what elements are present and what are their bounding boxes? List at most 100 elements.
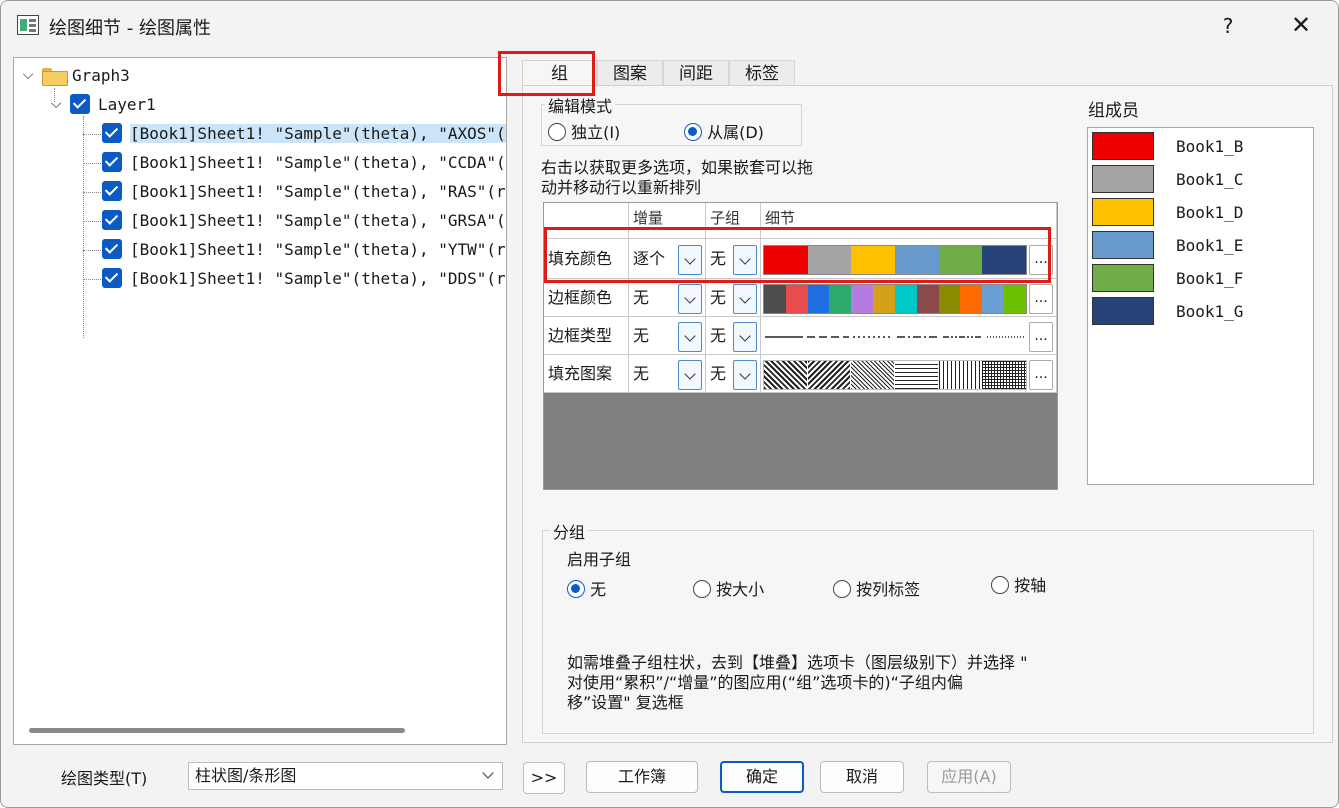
highlight-tab-group (498, 51, 595, 96)
plot-checkbox[interactable] (102, 210, 122, 230)
more-button[interactable]: ... (1029, 360, 1053, 390)
member-label: Book1_E (1176, 235, 1244, 255)
plot-checkbox[interactable] (102, 268, 122, 288)
border-type-preview[interactable] (763, 322, 1027, 352)
radio-subgroup-none[interactable]: 无 (567, 576, 606, 600)
tree-node-plot[interactable]: [Book1]Sheet1! "Sample"(theta), "DDS"(r) (102, 265, 507, 291)
radio-circle[interactable] (991, 576, 1009, 594)
color-swatch[interactable] (960, 285, 983, 313)
title-bar: 绘图细节 - 绘图属性 ? ✕ (1, 1, 1338, 51)
pattern-swatch[interactable] (764, 361, 808, 389)
member-row[interactable]: Book1_D (1092, 198, 1243, 226)
tab-spacing[interactable]: 间距 (663, 60, 729, 86)
color-swatch[interactable] (894, 285, 917, 313)
radio-circle[interactable] (684, 123, 702, 141)
radio-circle[interactable] (567, 580, 585, 598)
pattern-swatch[interactable] (938, 361, 983, 389)
tab-pattern[interactable]: 图案 (597, 60, 663, 86)
plot-type-select[interactable]: 柱状图/条形图 (188, 762, 503, 790)
tree-node-plot[interactable]: [Book1]Sheet1! "Sample"(theta), "YTW"(r) (102, 236, 506, 262)
member-label: Book1_D (1176, 202, 1244, 222)
radio-independent[interactable]: 独立(I) (548, 119, 620, 143)
tree-node-label: [Book1]Sheet1! "Sample"(theta), "CCDA"(r… (130, 152, 507, 172)
color-swatch[interactable] (764, 285, 786, 313)
member-color-swatch (1092, 165, 1154, 193)
color-swatch[interactable] (938, 285, 961, 313)
radio-subgroup-size[interactable]: 按大小 (693, 576, 764, 600)
ok-button[interactable]: 确定 (720, 761, 804, 793)
radio-dependent[interactable]: 从属(D) (684, 119, 764, 143)
plot-checkbox[interactable] (102, 239, 122, 259)
plot-checkbox[interactable] (102, 152, 122, 172)
member-color-swatch (1092, 297, 1154, 325)
apply-button[interactable]: 应用(A) (927, 761, 1011, 793)
fill-pattern-swatches[interactable] (763, 360, 1027, 390)
pattern-swatch[interactable] (807, 361, 852, 389)
radio-subgroup-column-label[interactable]: 按列标签 (833, 576, 920, 600)
more-button[interactable]: ... (1029, 322, 1053, 352)
chevron-down-icon[interactable] (678, 284, 702, 314)
expand-button[interactable]: >> (523, 762, 565, 794)
tree-node-plot[interactable]: [Book1]Sheet1! "Sample"(theta), "CCDA"(r… (102, 149, 507, 175)
tree-node-plot[interactable]: [Book1]Sheet1! "Sample"(theta), "GRSA"(r… (102, 207, 506, 233)
member-color-swatch (1092, 231, 1154, 259)
color-swatch[interactable] (982, 285, 1005, 313)
member-label: Book1_B (1176, 136, 1244, 156)
tree-node-label: [Book1]Sheet1! "Sample"(theta), "AXOS"(r… (130, 123, 506, 143)
plot-checkbox[interactable] (102, 123, 122, 143)
radio-circle[interactable] (833, 580, 851, 598)
color-swatch[interactable] (873, 285, 895, 313)
chevron-down-icon[interactable] (733, 284, 757, 314)
chevron-down-icon[interactable] (733, 322, 757, 352)
tab-labels[interactable]: 标签 (729, 60, 795, 86)
more-button[interactable]: ... (1029, 284, 1053, 314)
pattern-swatch[interactable] (895, 361, 939, 389)
tree-node-label: Graph3 (72, 65, 130, 85)
tree-horizontal-scrollbar[interactable] (29, 728, 405, 733)
tree-node-layer[interactable]: ⌵ Layer1 (48, 91, 156, 117)
color-swatch[interactable] (829, 285, 852, 313)
radio-circle[interactable] (548, 123, 566, 141)
radio-subgroup-axis[interactable]: 按轴 (991, 572, 1046, 596)
highlight-fill-color-row (544, 227, 1051, 283)
grouping-note-line-3: 移”设置" 复选框 (567, 693, 684, 712)
border-color-swatches[interactable] (763, 284, 1027, 314)
tree-node-graph[interactable]: ⌵ Graph3 (20, 62, 130, 88)
grid-row-name: 边框颜色 (544, 279, 629, 317)
color-swatch[interactable] (916, 285, 939, 313)
chevron-down-icon[interactable] (733, 360, 757, 390)
tree-node-plot[interactable]: [Book1]Sheet1! "Sample"(theta), "RAS"(r) (102, 178, 506, 204)
tree-node-plot[interactable]: [Book1]Sheet1! "Sample"(theta), "AXOS"(r… (102, 120, 506, 146)
chevron-down-icon[interactable]: ⌵ (20, 67, 36, 83)
color-swatch[interactable] (1004, 285, 1026, 313)
member-row[interactable]: Book1_G (1092, 297, 1243, 325)
layer-checkbox[interactable] (70, 94, 90, 114)
member-label: Book1_C (1176, 169, 1244, 189)
grid-row-name: 边框类型 (544, 317, 629, 355)
chevron-down-icon[interactable] (678, 322, 702, 352)
help-button[interactable]: ? (1215, 11, 1241, 41)
folder-open-icon (42, 66, 68, 86)
color-swatch[interactable] (851, 285, 874, 313)
cancel-button[interactable]: 取消 (820, 761, 904, 793)
close-button[interactable]: ✕ (1285, 9, 1317, 41)
member-row[interactable]: Book1_E (1092, 231, 1243, 259)
pattern-swatch[interactable] (982, 361, 1026, 389)
grid-row-name: 填充图案 (544, 355, 629, 393)
radio-circle[interactable] (693, 580, 711, 598)
tree-node-label: Layer1 (98, 94, 156, 114)
plot-checkbox[interactable] (102, 181, 122, 201)
tree-node-label: [Book1]Sheet1! "Sample"(theta), "DDS"(r) (130, 268, 507, 288)
member-row[interactable]: Book1_F (1092, 264, 1243, 292)
group-members-list[interactable]: Book1_B Book1_C Book1_D Book1_E Book1_F Book1… (1087, 127, 1314, 485)
workbook-button[interactable]: 工作簿 (586, 761, 698, 793)
chevron-down-icon[interactable] (678, 360, 702, 390)
plot-tree[interactable]: ⌵ Graph3 ⌵ Layer1 [Book1]Sheet1! "Sample… (13, 57, 507, 745)
chevron-down-icon[interactable]: ⌵ (48, 96, 64, 112)
member-row[interactable]: Book1_B (1092, 132, 1243, 160)
color-swatch[interactable] (807, 285, 830, 313)
member-label: Book1_G (1176, 301, 1244, 321)
member-row[interactable]: Book1_C (1092, 165, 1243, 193)
color-swatch[interactable] (785, 285, 808, 313)
pattern-swatch[interactable] (851, 361, 896, 389)
